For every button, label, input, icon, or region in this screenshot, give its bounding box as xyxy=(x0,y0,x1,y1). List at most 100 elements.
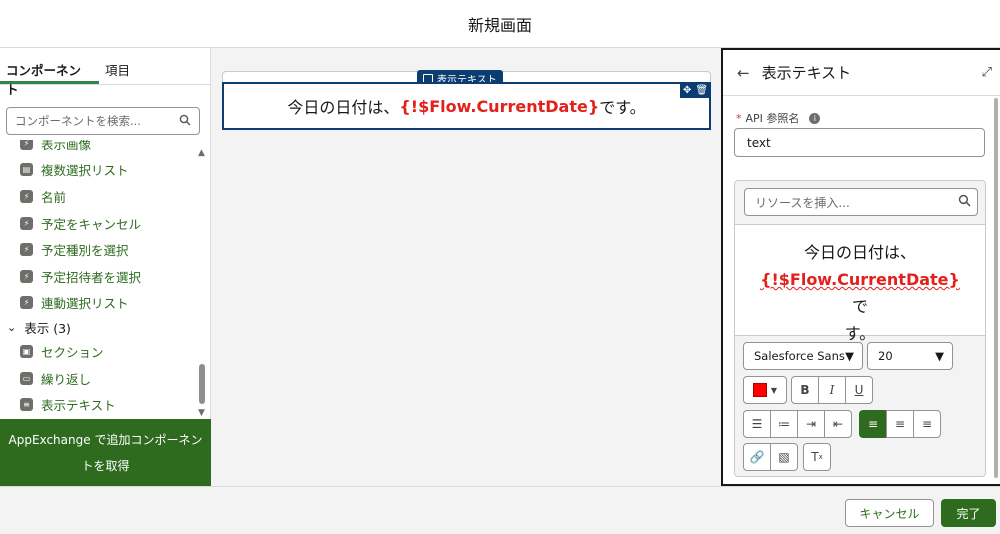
list-item-label: 名前 xyxy=(41,189,67,205)
multi-select-icon: ▤ xyxy=(20,163,33,177)
repeater-icon: ▭ xyxy=(20,371,33,385)
display-text-icon: ≡ xyxy=(20,398,33,412)
image-icon[interactable]: ▧ xyxy=(770,443,798,471)
delete-icon[interactable]: 🗑 xyxy=(695,85,708,96)
footer-bar: キャンセル 完了 xyxy=(0,486,1000,534)
info-icon[interactable]: i xyxy=(809,112,821,124)
list-item-label: セクション xyxy=(41,344,104,360)
component-actions: ✥ 🗑 xyxy=(680,83,712,98)
display-text-component[interactable]: 今日の日付は、 {!$Flow.CurrentDate} です。 xyxy=(222,82,711,130)
components-panel: コンポーネント 項目 コンポーネントを検索... ⚡ 表示画像 ▤ 複数選択リス… xyxy=(0,48,211,486)
display-text-after: です。 xyxy=(599,98,646,117)
list-item-label: 表示画像 xyxy=(41,140,92,152)
italic-button[interactable]: I xyxy=(818,376,846,404)
scroll-up-icon[interactable]: ▲ xyxy=(198,148,205,158)
tab-components[interactable]: コンポーネント xyxy=(0,48,99,97)
dropdown-arrow-icon: ▼ xyxy=(770,385,778,395)
clear-formatting-icon[interactable]: Tx xyxy=(803,443,831,471)
list-item[interactable]: ▤ 複数選択リスト xyxy=(0,157,196,184)
outdent-icon[interactable]: ⇤ xyxy=(824,410,852,438)
font-family-value: Salesforce Sans xyxy=(754,349,845,363)
list-item-label: 表示テキスト xyxy=(41,398,116,414)
editor-content[interactable]: 今日の日付は、 {!$Flow.CurrentDate}で す。 xyxy=(735,224,985,343)
font-size-value: 20 xyxy=(878,349,893,363)
indent-icon[interactable]: ⇥ xyxy=(797,410,825,438)
search-icon xyxy=(958,194,971,210)
text-color-button[interactable]: ▼ xyxy=(743,376,787,404)
appexchange-line1: AppExchange で追加コンポーネン xyxy=(8,433,203,447)
panel-tabs: コンポーネント 項目 xyxy=(0,48,210,97)
align-left-icon[interactable]: ≡ xyxy=(859,410,887,438)
lightning-icon: ⚡ xyxy=(20,140,33,150)
chevron-down-icon: ⌄ xyxy=(7,320,17,334)
list-item[interactable]: ⚡ 表示画像 xyxy=(0,140,196,157)
list-indent-group: ☰ ≔ ⇥ ⇤ xyxy=(743,410,852,438)
list-item[interactable]: ⚡ 予定種別を選択 xyxy=(0,236,196,263)
underline-button[interactable]: U xyxy=(845,376,873,404)
list-item-label: 予定招待者を選択 xyxy=(41,269,142,285)
properties-scrollbar[interactable] xyxy=(994,98,998,478)
api-name-value: text xyxy=(747,135,771,150)
list-item-label: 連動選択リスト xyxy=(41,296,129,312)
link-icon[interactable]: 🔗 xyxy=(743,443,771,471)
lightning-icon: ⚡ xyxy=(20,269,33,283)
component-list: ⚡ 表示画像 ▤ 複数選択リスト ⚡ 名前 ⚡ 予定をキャンセル ⚡ 予定種別を… xyxy=(0,140,196,418)
dropdown-arrow-icon: ▼ xyxy=(845,349,854,363)
align-right-icon[interactable]: ≡ xyxy=(913,410,941,438)
bold-button[interactable]: B xyxy=(791,376,819,404)
required-asterisk: * xyxy=(736,111,742,125)
list-item[interactable]: ⚡ 予定招待者を選択 xyxy=(0,263,196,290)
expand-icon[interactable]: ⤢ xyxy=(982,65,992,80)
component-search-placeholder: コンポーネントを検索... xyxy=(15,114,141,128)
font-size-select[interactable]: 20 ▼ xyxy=(867,342,953,370)
merge-field: {!$Flow.CurrentDate} xyxy=(760,270,960,289)
appexchange-line2: トを取得 xyxy=(81,459,130,473)
insert-group: 🔗 ▧ xyxy=(743,443,798,471)
editor-line: 今日の日付は、 xyxy=(803,243,916,262)
editor-text: で xyxy=(851,297,868,316)
lightning-icon: ⚡ xyxy=(20,189,33,203)
appexchange-link[interactable]: AppExchange で追加コンポーネン トを取得 xyxy=(0,419,211,486)
api-name-label: * API 参照名 i xyxy=(736,110,821,126)
lightning-icon: ⚡ xyxy=(20,216,33,230)
cancel-button[interactable]: キャンセル xyxy=(845,499,934,527)
screen-canvas: 表示テキスト 今日の日付は、 {!$Flow.CurrentDate} です。 ✥ … xyxy=(211,48,721,486)
list-item[interactable]: ⚡ 名前 xyxy=(0,183,196,210)
component-list-scrollbar[interactable]: ▲ ▼ xyxy=(197,148,207,418)
component-search-input[interactable]: コンポーネントを検索... xyxy=(6,107,200,135)
scroll-down-icon[interactable]: ▼ xyxy=(198,408,205,418)
list-item-label: 繰り返し xyxy=(41,371,92,387)
list-item[interactable]: ≡ 表示テキスト xyxy=(0,391,196,418)
list-item[interactable]: ⚡ 連動選択リスト xyxy=(0,290,196,317)
list-item-label: 予定種別を選択 xyxy=(41,243,129,259)
screen-header: 新規画面 xyxy=(0,0,1000,48)
numbered-list-icon[interactable]: ≔ xyxy=(770,410,798,438)
color-group: ▼ xyxy=(743,376,787,404)
move-icon[interactable]: ✥ xyxy=(683,85,691,96)
back-arrow-icon[interactable]: ← xyxy=(737,64,750,82)
dropdown-arrow-icon: ▼ xyxy=(935,349,944,363)
font-family-select[interactable]: Salesforce Sans ▼ xyxy=(743,342,863,370)
section-icon: ▣ xyxy=(20,344,33,358)
search-icon xyxy=(179,114,191,129)
list-item[interactable]: ▭ 繰り返し xyxy=(0,365,196,392)
align-group: ≡ ≡ ≡ xyxy=(859,410,941,438)
list-item[interactable]: ⚡ 予定をキャンセル xyxy=(0,210,196,237)
tab-fields[interactable]: 項目 xyxy=(99,48,136,84)
align-center-icon[interactable]: ≡ xyxy=(886,410,914,438)
list-item-label: 予定をキャンセル xyxy=(41,216,142,232)
section-display-toggle[interactable]: ⌄ 表示 (3) xyxy=(0,316,196,338)
api-name-field[interactable]: text xyxy=(734,128,985,157)
done-button[interactable]: 完了 xyxy=(941,499,996,527)
page-title: 新規画面 xyxy=(467,15,532,35)
resource-search-input[interactable]: リソースを挿入... xyxy=(744,188,978,216)
api-label-text: API 参照名 xyxy=(745,112,800,125)
list-item-label: 複数選択リスト xyxy=(41,163,129,179)
list-item[interactable]: ▣ セクション xyxy=(0,338,196,365)
scrollbar-thumb[interactable] xyxy=(199,364,205,404)
bulleted-list-icon[interactable]: ☰ xyxy=(743,410,771,438)
properties-header: ← 表示テキスト ⤢ xyxy=(723,50,1000,96)
format-group: B I U xyxy=(791,376,873,404)
properties-title: 表示テキスト xyxy=(761,64,852,82)
clear-format-group: Tx xyxy=(803,443,831,471)
